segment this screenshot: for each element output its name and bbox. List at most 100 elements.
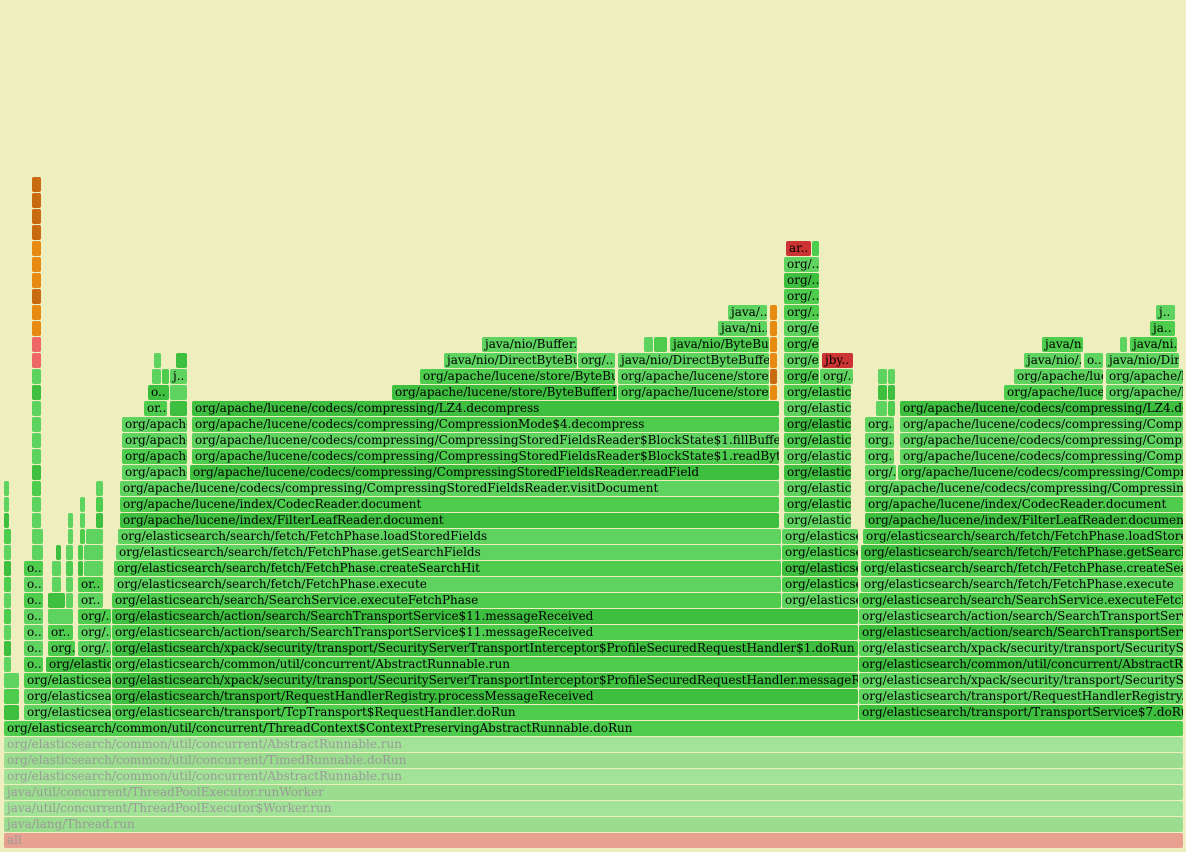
flame-frame[interactable] xyxy=(888,369,895,384)
flame-frame[interactable]: org/apache/lucene/index/FilterLeafReader… xyxy=(865,513,1183,528)
flame-frame[interactable]: org/elastics.. xyxy=(784,449,851,464)
flame-frame[interactable] xyxy=(32,369,41,384)
flame-frame[interactable]: org/elasticse.. xyxy=(782,545,858,560)
flame-frame[interactable]: org.. xyxy=(865,417,894,432)
flame-frame[interactable]: org/elastic.. xyxy=(46,657,111,672)
flame-frame[interactable] xyxy=(888,401,895,416)
flame-frame[interactable] xyxy=(32,257,41,272)
flame-frame[interactable] xyxy=(66,545,73,560)
flame-frame[interactable]: all xyxy=(4,833,1183,848)
flame-frame[interactable]: org/elastics.. xyxy=(784,433,851,448)
flame-frame[interactable] xyxy=(32,545,43,560)
flame-frame[interactable]: org/apache.. xyxy=(122,417,187,432)
flame-frame[interactable] xyxy=(96,513,103,528)
flame-frame[interactable] xyxy=(170,385,187,400)
flame-frame[interactable] xyxy=(770,353,777,368)
flame-frame[interactable] xyxy=(32,353,41,368)
flame-frame[interactable]: org/apache/luc.. xyxy=(1014,369,1103,384)
flame-frame[interactable]: java/nio/DirectByteBuffer.get xyxy=(618,353,769,368)
flame-frame[interactable] xyxy=(654,337,667,352)
flame-frame[interactable]: org/apache/lucene/codecs/compressing/Com… xyxy=(192,449,779,464)
flame-frame[interactable] xyxy=(84,561,103,576)
flame-frame[interactable]: org/elasticsearch/xpack/security/transpo… xyxy=(112,641,858,656)
flame-frame[interactable]: org/elastics.. xyxy=(784,385,851,400)
flame-frame[interactable] xyxy=(80,513,85,528)
flame-frame[interactable]: org/elasticsearch/action/search/SearchTr… xyxy=(112,609,858,624)
flame-frame[interactable]: org/apache/lucene/codecs/compressing/Com… xyxy=(192,433,779,448)
flame-frame[interactable]: org/elasticsearch/common/util/concurrent… xyxy=(4,721,1183,736)
flame-frame[interactable]: java/n.. xyxy=(1042,337,1083,352)
flame-frame[interactable] xyxy=(4,657,11,672)
flame-frame[interactable] xyxy=(644,337,653,352)
flame-frame[interactable]: org/elasticsearch/search/fetch/FetchPhas… xyxy=(114,577,781,592)
flame-frame[interactable]: java/nio/DirectByteBuffe.. xyxy=(444,353,577,368)
flame-frame[interactable]: org/elasticsearch/search/SearchService.e… xyxy=(112,593,781,608)
flame-frame[interactable]: ar.. xyxy=(786,241,811,256)
flame-frame[interactable]: org/elasticsearch/search/fetch/FetchPhas… xyxy=(114,561,781,576)
flame-frame[interactable] xyxy=(32,193,41,208)
flame-frame[interactable] xyxy=(4,689,19,704)
flame-frame[interactable] xyxy=(878,385,887,400)
flame-frame[interactable]: org/apache/lucene/.. xyxy=(1004,385,1103,400)
flame-frame[interactable]: java/nio/.. xyxy=(1024,353,1081,368)
flame-frame[interactable] xyxy=(66,593,73,608)
flame-frame[interactable]: org/.. xyxy=(78,609,111,624)
flame-frame[interactable] xyxy=(52,561,61,576)
flame-frame[interactable]: org/apache.. xyxy=(122,449,187,464)
flame-frame[interactable]: org/elasticsearc.. xyxy=(24,705,111,720)
flame-frame[interactable]: org/apache/lucene/index/CodecReader.docu… xyxy=(120,497,779,512)
flame-frame[interactable] xyxy=(32,273,41,288)
flame-frame[interactable]: org/apache/lucene/codecs/compressing/Com… xyxy=(900,417,1183,432)
flame-frame[interactable]: org/.. xyxy=(78,625,111,640)
flame-frame[interactable]: j.. xyxy=(170,369,187,384)
flame-frame[interactable] xyxy=(32,209,41,224)
flame-frame[interactable]: java/nio/Buffer.n.. xyxy=(482,337,577,352)
flame-frame[interactable]: org/apache/.. xyxy=(122,465,187,480)
flame-frame[interactable]: org/elasticsearch/common/util/concurrent… xyxy=(4,769,1183,784)
flame-frame[interactable]: o.. xyxy=(24,657,43,672)
flame-frame[interactable]: org/apache.. xyxy=(122,433,187,448)
flame-frame[interactable]: java/.. xyxy=(728,305,767,320)
flame-frame[interactable] xyxy=(770,385,777,400)
flame-frame[interactable]: or.. xyxy=(48,625,73,640)
flame-frame[interactable] xyxy=(80,497,85,512)
flame-frame[interactable]: org/elasticsearch/search/fetch/FetchPhas… xyxy=(861,577,1183,592)
flame-frame[interactable] xyxy=(32,321,41,336)
flame-frame[interactable] xyxy=(4,609,11,624)
flame-frame[interactable] xyxy=(32,449,41,464)
flame-frame[interactable] xyxy=(4,705,19,720)
flame-frame[interactable]: org/apache/lucene/codecs/compressing/Com… xyxy=(900,449,1183,464)
flame-frame[interactable]: org/elastics.. xyxy=(784,513,851,528)
flame-frame[interactable]: org/.. xyxy=(784,305,819,320)
flame-frame[interactable]: java/util/concurrent/ThreadPoolExecutor$… xyxy=(4,801,1183,816)
flame-frame[interactable]: org/elasticsearch/action/search/SearchTr… xyxy=(112,625,858,640)
flame-frame[interactable]: org/apache/lucene/codecs/compressing/Com… xyxy=(900,433,1183,448)
flame-frame[interactable]: java/nio/ByteBuff.. xyxy=(670,337,769,352)
flame-frame[interactable] xyxy=(32,225,41,240)
flame-frame[interactable] xyxy=(4,673,19,688)
flame-frame[interactable]: org.. xyxy=(48,641,75,656)
flame-frame[interactable]: or.. xyxy=(78,577,103,592)
flame-frame[interactable]: org/elasticsearch/search/fetch/FetchPhas… xyxy=(118,529,781,544)
flame-frame[interactable]: org/elasticsearch/search/fetch/FetchPhas… xyxy=(861,545,1183,560)
flame-frame[interactable]: org/elastics.. xyxy=(784,417,851,432)
flame-frame[interactable] xyxy=(152,369,161,384)
flame-frame[interactable]: java/ni.. xyxy=(1130,337,1177,352)
flame-frame[interactable]: org/apache/lucene/codecs/compressing/LZ4… xyxy=(900,401,1183,416)
flame-frame[interactable] xyxy=(4,593,11,608)
flame-frame[interactable]: org/elasticsearc.. xyxy=(24,673,111,688)
flame-frame[interactable]: org/elastics.. xyxy=(784,481,851,496)
flame-frame[interactable]: org/elastics.. xyxy=(784,465,851,480)
flame-frame[interactable]: org/elasticsearch/search/fetch/FetchPhas… xyxy=(861,561,1183,576)
flame-frame[interactable] xyxy=(888,385,895,400)
flame-frame[interactable] xyxy=(4,577,11,592)
flame-frame[interactable] xyxy=(32,337,41,352)
flame-frame[interactable]: org/.. xyxy=(784,273,819,288)
flame-frame[interactable] xyxy=(876,401,887,416)
flame-frame[interactable]: org/elasticse.. xyxy=(782,529,858,544)
flame-frame[interactable] xyxy=(32,241,41,256)
flame-frame[interactable] xyxy=(32,289,41,304)
flame-frame[interactable]: org/elasticse.. xyxy=(782,577,858,592)
flame-frame[interactable] xyxy=(812,241,819,256)
flame-frame[interactable] xyxy=(32,417,41,432)
